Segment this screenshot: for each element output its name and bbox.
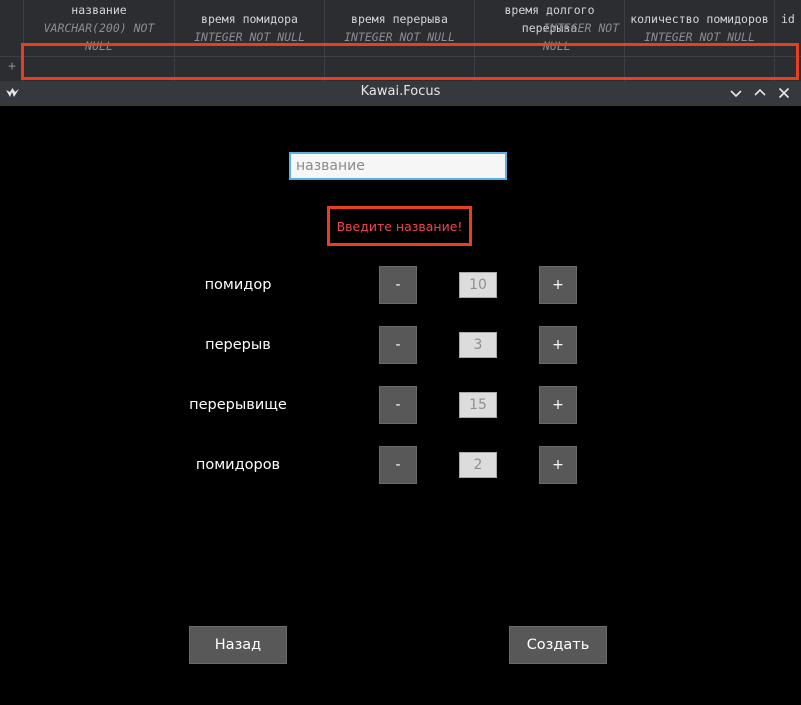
maximize-icon[interactable] xyxy=(751,84,769,102)
column-header[interactable]: время помидора INTEGER NOT NULL xyxy=(175,0,324,56)
row-gutter: + xyxy=(0,0,24,81)
value-display: 15 xyxy=(459,392,497,418)
stepper-row-pomodoro-count: помидоров - 2 + xyxy=(0,446,801,484)
column-pomodoro-count[interactable]: количество помидоров INTEGER NOT NULL xyxy=(625,0,775,81)
create-button[interactable]: Создать xyxy=(509,626,607,664)
column-name: количество помидоров xyxy=(630,12,769,26)
window-titlebar[interactable]: Kawai.Focus xyxy=(0,81,801,106)
back-button[interactable]: Назад xyxy=(189,626,287,664)
column-header[interactable]: название VARCHAR(200) NOT NULL xyxy=(24,0,174,56)
name-input[interactable] xyxy=(289,152,507,180)
stepper-row-break: перерыв - 3 + xyxy=(0,326,801,364)
column-type: VARCHAR(200) NOT NULL xyxy=(43,21,155,53)
error-highlight-box: Введите название! xyxy=(327,206,472,246)
decrement-button[interactable]: - xyxy=(379,266,417,304)
column-name: время перерыва xyxy=(351,12,448,26)
column-break-time[interactable]: время перерыва INTEGER NOT NULL xyxy=(325,0,475,81)
row-label: перерывище xyxy=(189,397,287,413)
add-row-button[interactable]: + xyxy=(0,57,24,77)
increment-button[interactable]: + xyxy=(539,266,577,304)
value-display: 2 xyxy=(459,452,497,478)
db-table: + название VARCHAR(200) NOT NULL время п… xyxy=(0,0,801,81)
decrement-button[interactable]: - xyxy=(379,326,417,364)
stepper-row-long-break: перерывище - 15 + xyxy=(0,386,801,424)
column-name: название xyxy=(71,3,127,17)
value-display: 3 xyxy=(459,332,497,358)
column-type: INTEGER NOT NULL xyxy=(194,30,305,44)
column-type: INTEGER NOT NULL xyxy=(543,21,620,53)
column-header[interactable]: количество помидоров INTEGER NOT NULL xyxy=(625,0,774,56)
column-header[interactable]: время долгого перерыва INTEGER NOT NULL xyxy=(475,0,624,56)
column-header[interactable]: id xyxy=(775,0,801,56)
row-label: помидоров xyxy=(195,457,281,473)
increment-button[interactable]: + xyxy=(539,326,577,364)
column-name: id xyxy=(781,12,795,26)
row-divider xyxy=(0,56,801,57)
column-header[interactable]: время перерыва INTEGER NOT NULL xyxy=(325,0,474,56)
column-id[interactable]: id xyxy=(775,0,801,81)
column-pomodoro-time[interactable]: время помидора INTEGER NOT NULL xyxy=(175,0,325,81)
close-icon[interactable] xyxy=(775,84,793,102)
column-type: INTEGER NOT NULL xyxy=(644,30,755,44)
error-message: Введите название! xyxy=(336,218,463,234)
window-title: Kawai.Focus xyxy=(360,84,441,99)
row-label: перерыв xyxy=(205,337,271,353)
decrement-button[interactable]: - xyxy=(379,386,417,424)
column-name: время помидора xyxy=(201,12,298,26)
app-content: Введите название! помидор - 10 + перерыв… xyxy=(0,106,801,705)
column-type: INTEGER NOT NULL xyxy=(344,30,455,44)
column-title[interactable]: название VARCHAR(200) NOT NULL xyxy=(24,0,175,81)
value-display: 10 xyxy=(459,272,497,298)
increment-button[interactable]: + xyxy=(539,446,577,484)
increment-button[interactable]: + xyxy=(539,386,577,424)
minimize-icon[interactable] xyxy=(727,84,745,102)
row-label: помидор xyxy=(204,277,272,293)
column-long-break-time[interactable]: время долгого перерыва INTEGER NOT NULL xyxy=(475,0,625,81)
stepper-row-pomodoro: помидор - 10 + xyxy=(0,266,801,304)
decrement-button[interactable]: - xyxy=(379,446,417,484)
